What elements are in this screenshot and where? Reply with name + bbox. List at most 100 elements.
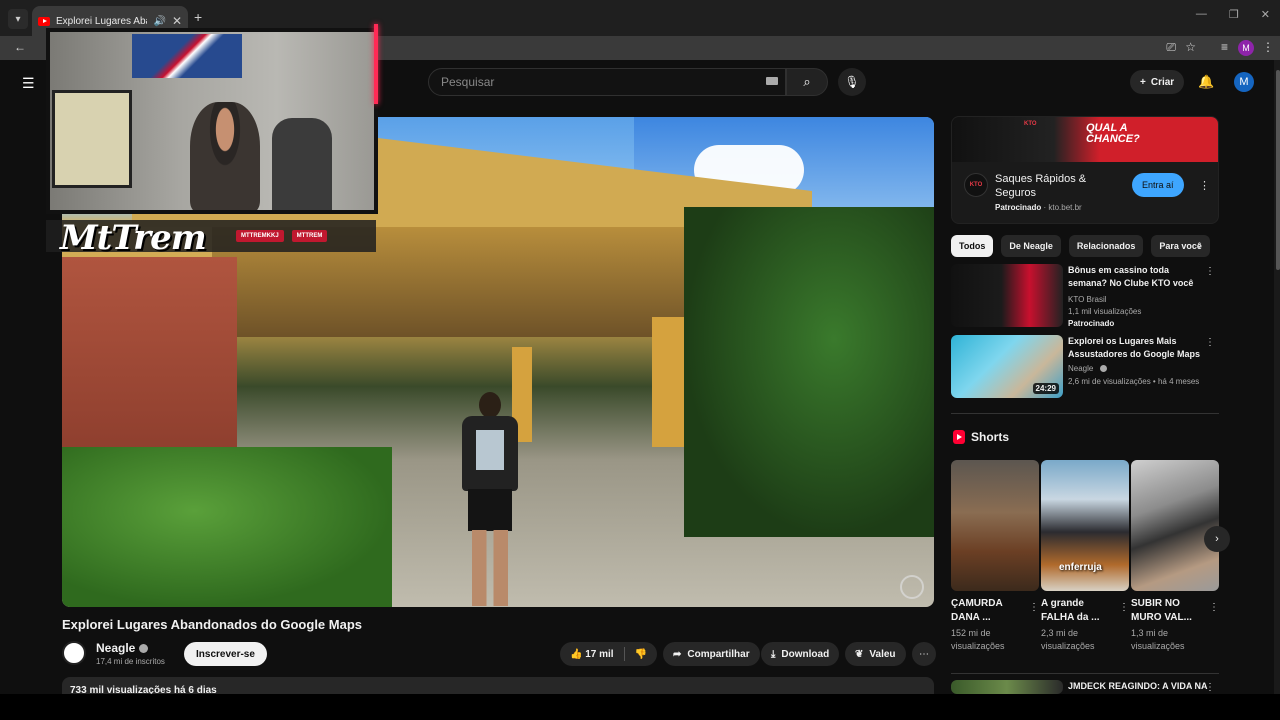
menu-hamburger-icon[interactable]: ☰ [22,75,35,92]
account-avatar[interactable]: M [1234,72,1254,92]
media-queue-icon[interactable]: ≡ [1221,40,1228,54]
restore-icon[interactable]: ❐ [1229,8,1239,21]
close-window-icon[interactable]: ✕ [1261,8,1270,21]
list-item[interactable]: 24:29 Explorei os Lugares Mais Assustado… [951,335,1219,399]
rec-thumbnail[interactable] [951,680,1063,694]
rec-views: 1,1 mil visualizações [1068,307,1142,316]
streamer-logo: MtTrem [60,218,207,258]
youtube-handle: MTTREM [291,230,328,242]
rec-channel-name[interactable]: Neagle [1068,364,1093,373]
channel-name[interactable]: Neagle [96,641,135,655]
subscriber-count: 17,4 mi de inscritos [96,657,165,666]
notifications-bell-icon[interactable]: 🔔 [1198,74,1214,90]
download-label: Download [781,648,830,660]
like-button[interactable]: 👍 17 mil [570,649,614,660]
channel-avatar[interactable] [62,641,86,665]
search-icon: ⌕ [803,74,811,89]
short-title[interactable]: SUBIR NO MURO VAL... [1131,597,1203,625]
rec-channel[interactable]: Neagle [1068,364,1107,373]
rec-menu-kebab-icon[interactable]: ⋮ [1205,682,1215,693]
short-views: 2,3 mi de visualizações [1041,628,1095,651]
rec-thumbnail[interactable] [951,264,1063,327]
rec-title[interactable]: JMDECK REAGINDO: A VIDA NA [1068,680,1208,693]
short-thumbnail[interactable] [951,460,1039,591]
tab-title: Explorei Lugares Abandonados do Google M… [56,15,147,27]
rec-title[interactable]: Explorei os Lugares Mais Assustadores do… [1068,335,1208,361]
short-views: 1,3 mi de visualizações [1131,628,1185,651]
shorts-next-chevron-right-icon[interactable]: › [1204,526,1230,552]
rec-sponsored-badge: Patrocinado [1068,319,1115,328]
rec-menu-kebab-icon[interactable]: ⋮ [1205,337,1215,348]
chips-next-chevron-right-icon[interactable]: › [1198,240,1202,252]
ad-cta-button[interactable]: Entra aí [1132,173,1184,197]
browser-profile-avatar[interactable]: M [1238,40,1254,56]
short-menu-kebab-icon[interactable]: ⋮ [1119,602,1129,613]
list-item[interactable]: Bônus em cassino toda semana? No Clube K… [951,264,1219,328]
short-menu-kebab-icon[interactable]: ⋮ [1209,602,1219,613]
chip-all[interactable]: Todos [951,235,994,257]
short-item[interactable]: ÇAMURDA DANA ... 152 mi de visualizações… [951,460,1039,653]
shorts-heading-label: Shorts [971,430,1010,444]
more-actions-kebab-icon[interactable]: ⋯ [912,642,936,666]
webcam-streamer [190,102,260,210]
download-icon: ⤓ [771,648,776,660]
video-person-legs [472,530,508,606]
back-arrow-icon[interactable]: ← [14,40,26,54]
minimize-icon[interactable]: — [1196,8,1207,21]
chip-from-channel[interactable]: De Neagle [1001,235,1061,257]
channel-watermark-icon[interactable] [900,575,924,599]
download-button[interactable]: ⤓ Download [761,642,840,666]
rec-title[interactable]: Bônus em cassino toda semana? No Clube K… [1068,264,1208,290]
share-button[interactable]: ➦ Compartilhar [663,642,760,666]
short-item[interactable]: SUBIR NO MURO VAL... 1,3 mi de visualiza… [1131,460,1219,653]
create-button[interactable]: + Criar [1130,70,1185,94]
short-thumbnail[interactable] [1131,460,1219,591]
webcam-chair [272,118,332,210]
speaker-icon[interactable]: 🔊 [153,16,165,27]
close-icon[interactable]: ✕ [172,14,182,28]
keyboard-icon[interactable] [766,77,778,85]
short-title[interactable]: ÇAMURDA DANA ... [951,597,1023,625]
short-menu-kebab-icon[interactable]: ⋮ [1029,602,1039,613]
scrollbar-thumb[interactable] [1276,70,1280,270]
video-grass [62,447,392,607]
dislike-button[interactable]: 👎 [635,649,647,660]
sponsored-ad-card[interactable]: KTO QUAL A CHANCE? KTO Saques Rápidos & … [951,116,1219,224]
channel-name-row[interactable]: Neagle [96,641,149,655]
subscribe-button[interactable]: Inscrever-se [184,642,267,666]
chip-related[interactable]: Relacionados [1068,235,1144,257]
verified-check-icon [139,644,149,654]
thanks-label: Valeu [869,648,896,660]
ad-title[interactable]: Saques Rápidos & Seguros [995,172,1115,200]
share-label: Compartilhar [687,648,750,660]
video-trees [684,207,934,537]
video-person-shirt-print [476,430,504,470]
rec-menu-kebab-icon[interactable]: ⋮ [1205,266,1215,277]
ad-menu-kebab-icon[interactable]: ⋮ [1199,179,1210,192]
short-title[interactable]: A grande FALHA da ... [1041,597,1113,625]
search-button[interactable]: ⌕ [786,68,828,96]
thanks-button[interactable]: ❦ Valeu [845,642,906,666]
instagram-handle: MTTREMKKJ [236,230,284,242]
search-input[interactable] [428,68,786,96]
list-item[interactable]: JMDECK REAGINDO: A VIDA NA ⋮ [951,680,1219,694]
new-tab-plus-icon[interactable]: + [194,9,202,25]
short-item[interactable]: enferruja A grande FALHA da ... 2,3 mi d… [1041,460,1129,653]
rec-thumbnail[interactable]: 24:29 [951,335,1063,398]
bookmark-star-icon[interactable]: ☆ [1185,40,1196,54]
shorts-heading: Shorts [953,430,1009,444]
short-thumbnail[interactable]: enferruja [1041,460,1129,591]
video-title: Explorei Lugares Abandonados do Google M… [62,617,362,632]
voice-search-button[interactable]: 🎙 [838,68,866,96]
browser-menu-kebab-icon[interactable]: ⋮ [1262,40,1274,54]
ad-banner-image[interactable]: KTO QUAL A CHANCE? [952,117,1218,162]
install-app-icon[interactable]: ⎚ [1166,40,1176,55]
section-divider [951,673,1219,674]
search-bar: ⌕ [428,68,828,96]
tab-search-chevron-down-icon[interactable]: ▾ [8,9,28,29]
plus-icon: + [1140,76,1146,88]
bottom-black-bar [0,694,1280,720]
ad-banner-text: QUAL A CHANCE? [1086,122,1140,145]
streamer-socials: MTTREMKKJ MTTREM [236,230,328,242]
rec-channel[interactable]: KTO Brasil [1068,295,1107,304]
